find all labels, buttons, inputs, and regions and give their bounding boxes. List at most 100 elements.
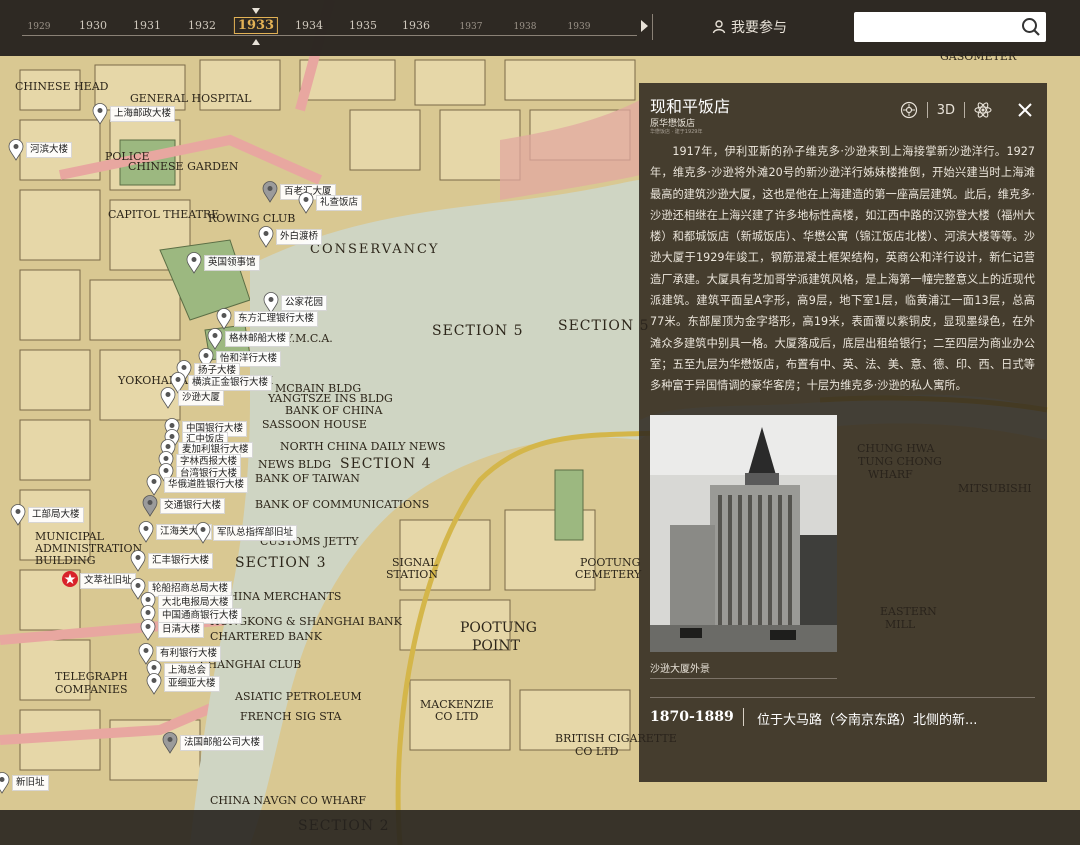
svg-text:CHINA NAVGN CO WHARF: CHINA NAVGN CO WHARF xyxy=(210,794,366,807)
close-icon[interactable] xyxy=(1017,102,1033,118)
map-marker[interactable]: 沙逊大厦 xyxy=(160,387,225,409)
map-marker-label: 格林邮船大楼 xyxy=(225,331,291,347)
map-marker[interactable]: 日清大楼 xyxy=(140,619,205,641)
search-button[interactable] xyxy=(1017,13,1045,41)
map-marker[interactable]: 外白渡桥 xyxy=(258,226,323,248)
svg-text:BANK OF TAIWAN: BANK OF TAIWAN xyxy=(255,472,360,485)
map-marker[interactable]: 新旧址 xyxy=(0,772,49,794)
panel-tools: 3D xyxy=(900,101,1033,119)
map-marker[interactable]: 交通银行大楼 xyxy=(142,495,226,517)
map-pin-icon xyxy=(186,252,202,274)
svg-text:SECTION 4: SECTION 4 xyxy=(340,456,431,472)
map-marker[interactable]: 法国邮船公司大楼 xyxy=(162,732,265,754)
year-1939[interactable]: 1939 xyxy=(568,22,591,32)
map-marker[interactable]: 华俄道胜银行大楼 xyxy=(146,474,249,496)
building-info-panel: 现和平饭店 原华懋饭店 华懋饭店 · 建于1929年 3D 1917年，伊利亚斯… xyxy=(639,83,1047,782)
year-timeline[interactable]: 1929 1930 1931 1932 1933 1934 1935 1936 1937 1938… xyxy=(22,0,637,56)
year-1932[interactable]: 1932 xyxy=(188,19,216,32)
map-marker[interactable]: 亚细亚大楼 xyxy=(146,673,220,695)
building-photo[interactable] xyxy=(650,415,837,652)
map-marker[interactable]: 礼查饭店 xyxy=(298,192,363,214)
map-marker-label: 日清大楼 xyxy=(158,622,205,638)
svg-text:ASIATIC PETROLEUM: ASIATIC PETROLEUM xyxy=(234,690,362,703)
map-pin-icon xyxy=(130,550,146,572)
panel-subtitle-small: 华懋饭店 · 建于1929年 xyxy=(650,129,703,135)
svg-text:TELEGRAPH: TELEGRAPH xyxy=(55,670,128,683)
map-pin-icon xyxy=(146,474,162,496)
atom-icon[interactable] xyxy=(974,101,992,119)
map-marker[interactable]: 河滨大楼 xyxy=(8,139,73,161)
map-pin-icon xyxy=(10,504,26,526)
map-marker[interactable]: 东方汇理银行大楼 xyxy=(216,308,319,330)
svg-text:BANK OF CHINA: BANK OF CHINA xyxy=(285,404,383,417)
map-marker[interactable]: 上海邮政大楼 xyxy=(92,103,176,125)
map-marker-label: 交通银行大楼 xyxy=(160,498,226,514)
year-1934[interactable]: 1934 xyxy=(295,19,323,32)
year-1937[interactable]: 1937 xyxy=(460,22,483,32)
map-pin-icon xyxy=(162,732,178,754)
map-pin-icon xyxy=(160,387,176,409)
svg-text:POINT: POINT xyxy=(472,638,521,654)
map-marker-label: 东方汇理银行大楼 xyxy=(234,311,319,327)
year-1931[interactable]: 1931 xyxy=(133,19,161,32)
year-1929[interactable]: 1929 xyxy=(28,22,51,32)
map-marker-label: 上海邮政大楼 xyxy=(110,106,176,122)
search-box xyxy=(854,12,1046,42)
panorama-icon[interactable] xyxy=(900,101,918,119)
year-1936[interactable]: 1936 xyxy=(402,19,430,32)
svg-text:SASSOON HOUSE: SASSOON HOUSE xyxy=(262,418,367,431)
svg-text:CHINA MERCHANTS: CHINA MERCHANTS xyxy=(220,590,341,603)
search-input[interactable] xyxy=(854,12,1024,42)
map-marker[interactable]: 英国领事馆 xyxy=(186,252,260,274)
map-pin-icon xyxy=(195,522,211,544)
panel-divider xyxy=(650,697,1035,698)
3d-view-button[interactable]: 3D xyxy=(937,103,955,118)
year-1933[interactable]: 1933 xyxy=(233,17,279,34)
year-1938[interactable]: 1938 xyxy=(514,22,537,32)
svg-text:POOTUNG: POOTUNG xyxy=(460,620,537,636)
tool-separator xyxy=(926,102,928,118)
svg-text:BUILDING: BUILDING xyxy=(35,554,96,567)
year-1930[interactable]: 1930 xyxy=(79,19,107,32)
map-marker-label: 新旧址 xyxy=(12,775,49,791)
map-marker-label: 华俄道胜银行大楼 xyxy=(164,477,249,493)
map-marker[interactable]: 军队总指挥部旧址 xyxy=(195,522,298,544)
map-marker[interactable]: 汇丰银行大楼 xyxy=(130,550,214,572)
svg-text:CO LTD: CO LTD xyxy=(435,710,479,723)
play-icon[interactable] xyxy=(641,20,648,32)
svg-text:ROWING CLUB: ROWING CLUB xyxy=(208,212,295,225)
selected-year-top-indicator xyxy=(252,8,260,14)
map-pin-icon xyxy=(92,103,108,125)
svg-text:NORTH CHINA DAILY NEWS: NORTH CHINA DAILY NEWS xyxy=(280,440,446,453)
map-pin-icon xyxy=(262,181,278,203)
map-marker-label: 工部局大楼 xyxy=(28,507,84,523)
map-marker-label: 法国邮船公司大楼 xyxy=(180,735,265,751)
map-marker[interactable]: 工部局大楼 xyxy=(10,504,84,526)
event-separator xyxy=(743,708,744,726)
map-pin-icon xyxy=(8,139,24,161)
panel-description: 1917年，伊利亚斯的孙子维克多·沙逊来到上海接掌新沙逊洋行。1927年，维克多… xyxy=(650,145,1035,393)
svg-text:CHARTERED BANK: CHARTERED BANK xyxy=(210,630,323,643)
event-item[interactable]: 位于大马路（今南京东路）北侧的新... xyxy=(757,709,977,728)
panel-title: 现和平饭店 xyxy=(650,97,731,116)
selected-year-bottom-indicator xyxy=(252,39,260,45)
svg-text:CAPITOL THEATRE: CAPITOL THEATRE xyxy=(108,208,219,221)
svg-text:CO LTD: CO LTD xyxy=(575,745,619,758)
participate-button[interactable]: 我要参与 xyxy=(712,17,787,37)
tool-separator xyxy=(964,102,965,118)
map-marker[interactable]: 格林邮船大楼 xyxy=(207,328,291,350)
top-bar: 1929 1930 1931 1932 1933 1934 1935 1936 1937 1938… xyxy=(0,0,1080,56)
map-marker-label: 亚细亚大楼 xyxy=(164,676,220,692)
map-pin-icon xyxy=(298,192,314,214)
map-marker-label: 汇丰银行大楼 xyxy=(148,553,214,569)
map-marker-label: 军队总指挥部旧址 xyxy=(213,525,298,541)
map-marker[interactable]: 文萃社旧址 xyxy=(62,570,136,592)
map-marker-label: 文萃社旧址 xyxy=(80,573,136,589)
svg-text:CHINESE GARDEN: CHINESE GARDEN xyxy=(128,160,239,173)
svg-text:FRENCH SIG STA: FRENCH SIG STA xyxy=(240,710,343,723)
map-pin-icon xyxy=(140,619,156,641)
year-1935[interactable]: 1935 xyxy=(349,19,377,32)
svg-text:CHINESE HEAD: CHINESE HEAD xyxy=(15,80,109,93)
star-pin-icon xyxy=(62,571,78,587)
map-pin-icon xyxy=(0,772,10,794)
